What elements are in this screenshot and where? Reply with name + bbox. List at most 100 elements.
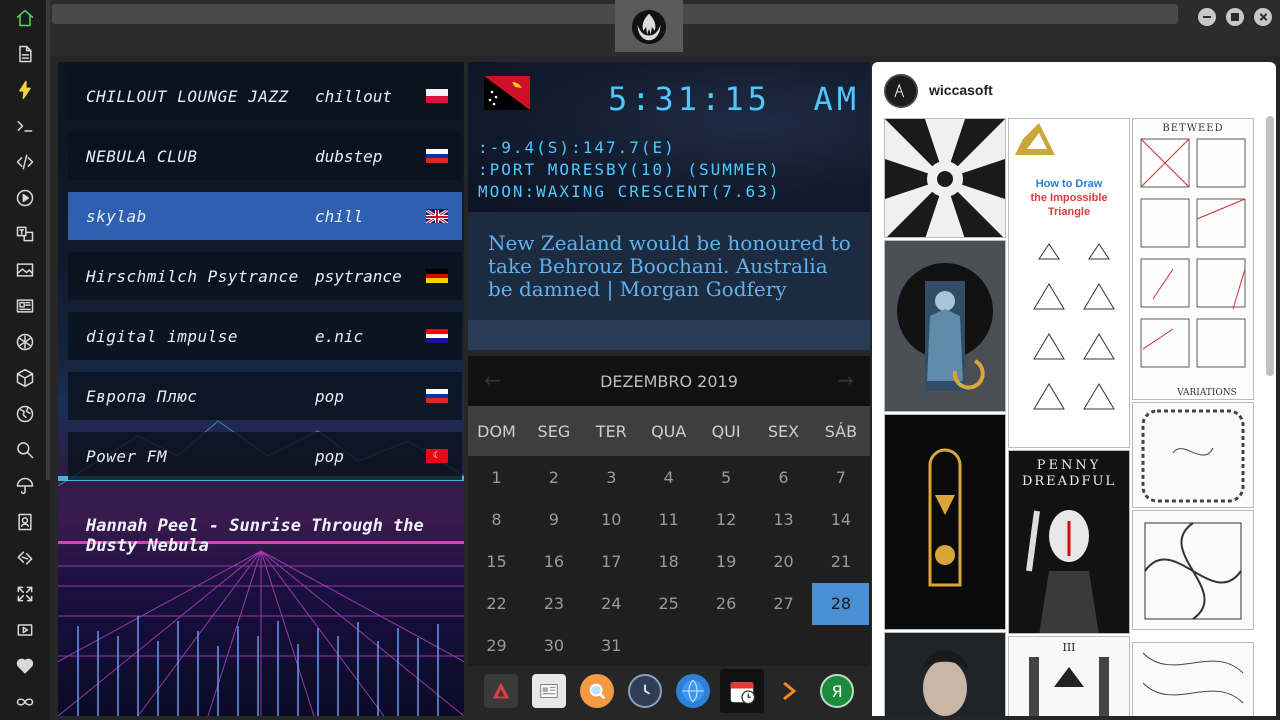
infinity-icon[interactable] <box>13 690 37 714</box>
clock-coordinates: :-9.4(S):147.7(E) <box>478 138 676 157</box>
calendar-day[interactable]: 30 <box>525 625 582 667</box>
search-icon[interactable] <box>13 438 37 462</box>
calendar-day[interactable]: 9 <box>525 499 582 541</box>
yandex-app-icon[interactable]: Я <box>820 674 854 708</box>
sidebar-scrollbar[interactable] <box>46 0 50 480</box>
pinterest-username[interactable]: wiccasoft <box>929 82 993 98</box>
calendar-day[interactable]: 7 <box>812 457 869 499</box>
calendar-day[interactable]: 8 <box>468 499 525 541</box>
station-row[interactable]: NEBULA CLUB dubstep <box>68 132 462 180</box>
turkey-flag-icon: ☾ <box>426 449 448 463</box>
pin-portrait-woman[interactable] <box>884 632 1006 716</box>
calendar-day[interactable]: 2 <box>525 457 582 499</box>
calendar-day[interactable]: 27 <box>755 583 812 625</box>
contact-icon[interactable] <box>13 510 37 534</box>
pin-impossible-triangle-guide[interactable]: How to Draw the Impossible Triangle <box>1008 118 1130 448</box>
weekday-label: SEX <box>767 422 800 441</box>
globe-app-icon[interactable] <box>676 674 710 708</box>
pin-tarot-card[interactable]: III <box>1008 636 1130 716</box>
clock-time: 5:31:15 <box>608 80 771 118</box>
pinterest-panel: wiccasoft How to Draw the Impossible Tri… <box>872 62 1276 716</box>
world-clock-panel: 5:31:15 AM :-9.4(S):147.7(E) :PORT MORES… <box>468 62 870 212</box>
calendar-day[interactable]: 3 <box>583 457 640 499</box>
heart-icon[interactable] <box>13 654 37 678</box>
maximize-button[interactable] <box>1226 8 1244 26</box>
expand-icon[interactable] <box>13 582 37 606</box>
minimize-button[interactable] <box>1198 8 1216 26</box>
desktop-app: CHILLOUT LOUNGE JAZZ chillout NEBULA CLU… <box>0 0 1280 720</box>
station-row[interactable]: Hirschmilch Psytrance psytrance <box>68 252 462 300</box>
news-headline-link[interactable]: New Zealand would be honoured to take Be… <box>488 232 858 301</box>
rebel-logo-icon <box>631 9 667 45</box>
document-icon[interactable] <box>13 42 37 66</box>
home-icon[interactable] <box>13 6 37 30</box>
calendar-day[interactable]: 5 <box>698 457 755 499</box>
calendar-day[interactable]: 24 <box>583 583 640 625</box>
newspaper-app-icon[interactable] <box>532 674 566 708</box>
calendar-day[interactable]: 29 <box>468 625 525 667</box>
calendar-day[interactable]: 12 <box>698 499 755 541</box>
calendar-day[interactable]: 31 <box>583 625 640 667</box>
calendar-day[interactable]: 14 <box>812 499 869 541</box>
station-row[interactable]: Европа Плюс pop <box>68 372 462 420</box>
calendar-day[interactable]: 22 <box>468 583 525 625</box>
calendar-day[interactable]: 10 <box>583 499 640 541</box>
calendar-day[interactable]: 1 <box>468 457 525 499</box>
pin-optical-illusion[interactable] <box>884 118 1006 238</box>
app-launcher-icon[interactable] <box>484 674 518 708</box>
pin-tangle-frame[interactable] <box>1132 402 1254 508</box>
close-button[interactable] <box>1254 8 1272 26</box>
globe-icon[interactable] <box>13 402 37 426</box>
umbrella-icon[interactable] <box>13 474 37 498</box>
station-name: Европа Плюс <box>86 386 198 406</box>
next-month-icon[interactable]: → <box>837 368 854 392</box>
search-app-icon[interactable] <box>580 674 614 708</box>
pin-penny-dreadful[interactable]: PENNY DREADFUL <box>1008 450 1130 634</box>
calendar-day[interactable]: 25 <box>640 583 697 625</box>
play-icon[interactable] <box>13 186 37 210</box>
calendar-day[interactable]: 19 <box>698 541 755 583</box>
station-name: skylab <box>86 206 147 226</box>
link-icon[interactable] <box>13 546 37 570</box>
station-row[interactable]: digital impulse e.nic <box>68 312 462 360</box>
now-playing-title: Hannah Peel - Sunrise Through the Dusty … <box>86 516 424 556</box>
clock-app-icon[interactable] <box>628 674 662 708</box>
calendar-day[interactable]: 21 <box>812 541 869 583</box>
cube-icon[interactable] <box>13 366 37 390</box>
pin-gold-keyhole[interactable] <box>884 414 1006 630</box>
calendar-day[interactable]: 15 <box>468 541 525 583</box>
calendar-day[interactable]: 18 <box>640 541 697 583</box>
calendar-app-icon[interactable] <box>720 669 764 713</box>
terminal-icon[interactable] <box>13 114 37 138</box>
news-icon[interactable] <box>13 294 37 318</box>
logo-tab[interactable] <box>615 0 683 52</box>
station-row-selected[interactable]: skylab chill <box>68 192 462 240</box>
pin-ornament-pattern[interactable] <box>1132 642 1254 716</box>
pin-zentangle-pattern[interactable] <box>1132 510 1254 630</box>
pin-queen-illustration[interactable] <box>884 240 1006 412</box>
news-image-strip <box>468 320 870 350</box>
avatar[interactable] <box>884 74 918 108</box>
youtube-icon[interactable] <box>13 618 37 642</box>
station-row[interactable]: Power FM pop ☾ <box>68 432 462 480</box>
calendar-day[interactable]: 17 <box>583 541 640 583</box>
calendar-day[interactable]: 13 <box>755 499 812 541</box>
translate-icon[interactable] <box>13 222 37 246</box>
calendar-day[interactable]: 4 <box>640 457 697 499</box>
code-icon[interactable] <box>13 150 37 174</box>
station-genre: e.nic <box>315 326 364 346</box>
calendar-day[interactable]: 23 <box>525 583 582 625</box>
pin-betweed-tangle[interactable]: BETWEED VARIATIONS <box>1132 118 1254 400</box>
calendar-day[interactable]: 26 <box>698 583 755 625</box>
image-icon[interactable] <box>13 258 37 282</box>
forward-app-icon[interactable] <box>772 674 806 708</box>
station-row[interactable]: CHILLOUT LOUNGE JAZZ chillout <box>68 72 462 120</box>
calendar-day[interactable]: 6 <box>755 457 812 499</box>
atom-icon[interactable] <box>13 330 37 354</box>
bolt-icon[interactable] <box>13 78 37 102</box>
pins-scrollbar[interactable] <box>1266 116 1274 376</box>
calendar-day-today[interactable]: 28 <box>812 583 870 625</box>
calendar-day[interactable]: 20 <box>755 541 812 583</box>
calendar-day[interactable]: 11 <box>640 499 697 541</box>
calendar-day[interactable]: 16 <box>525 541 582 583</box>
